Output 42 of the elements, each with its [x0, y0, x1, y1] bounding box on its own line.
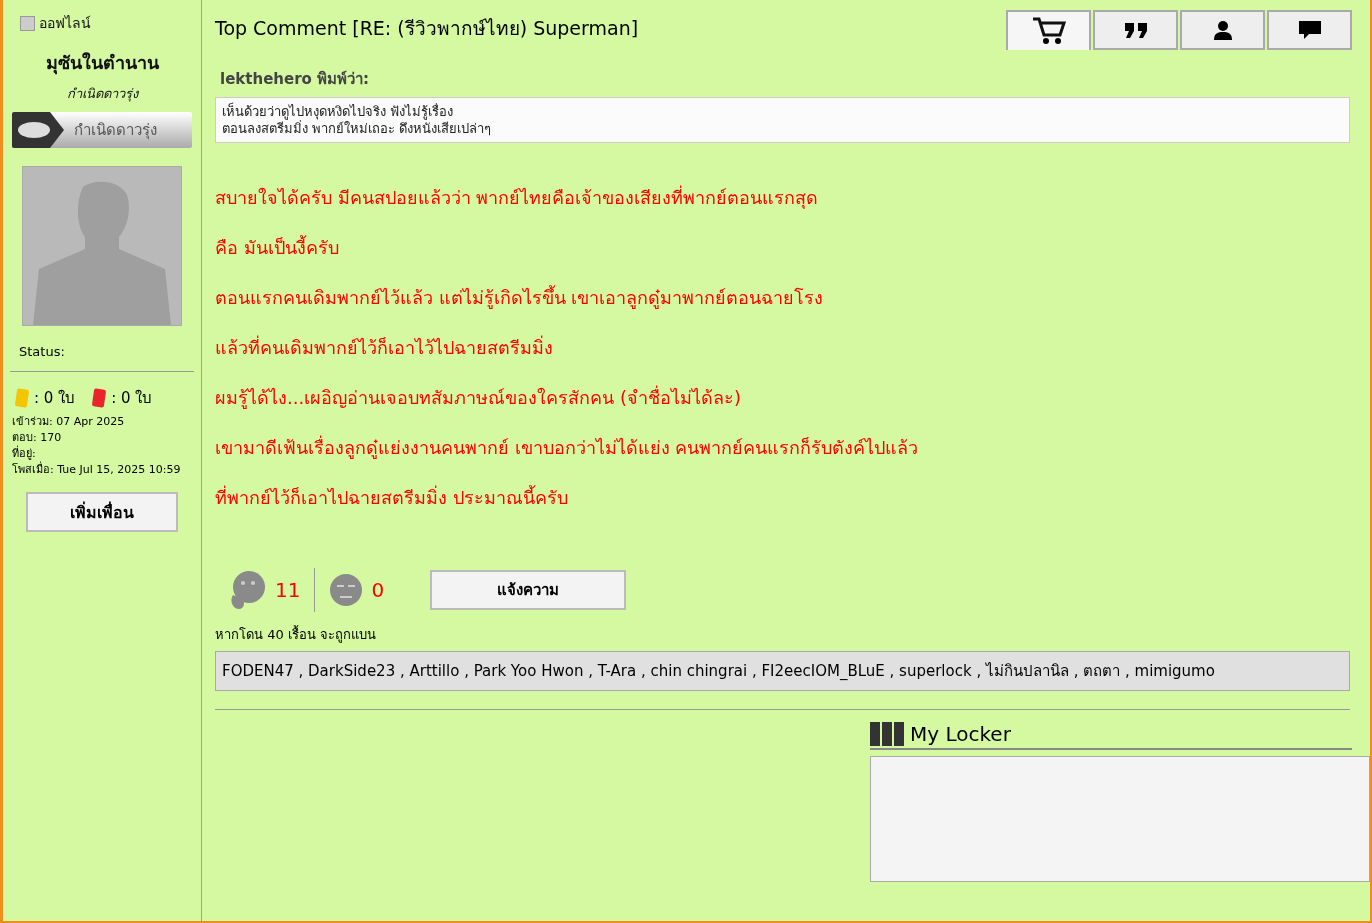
- ban-note: หากโดน 40 เรื้อน จะถูกแบน: [215, 624, 377, 645]
- comment-line: ตอนแรกคนเดิมพากย์ไว้แล้ว แต่ไม่รู้เกิดไรขึ้น เขาเอาลูกดู๋มาพากย์ตอนฉายโรง: [215, 285, 825, 310]
- member-detail: โพสเมื่อ: Tue Jul 15, 2025 10:59: [12, 462, 181, 478]
- comment-line: สบายใจได้ครับ มีคนสปอยแล้วว่า พากย์ไทยคือเจ้าของเสียงที่พากย์ตอนแรกสุด: [215, 185, 820, 210]
- username: มุซันในตำนาน: [45, 51, 159, 77]
- rank-title: กำเนิดดาวรุ่ง: [66, 85, 138, 104]
- voters-list: FODEN47 , DarkSide23 , Arttillo , Park Yoo Hwon , T-Ara , chin chingrai , FI2eecIOM_BLuE , superlock , ไม่กินปลานิล , ตถตา , mimigumo: [215, 651, 1350, 691]
- locker-icon: [870, 722, 904, 746]
- member-detail: เข้าร่วม: 07 Apr 2025: [12, 414, 125, 430]
- report-button[interactable]: แจ้งความ: [430, 570, 627, 610]
- status-text: Status:: [19, 344, 65, 359]
- add-friend-button[interactable]: เพิ่มเพื่อน: [26, 492, 178, 532]
- locker-title: My Locker: [910, 722, 1011, 746]
- quote-author: lekthehero พิมพ์ว่า:: [220, 69, 371, 90]
- comment-line: เขามาดีเฟ้นเรื่องลูกดู๋แย่งงานคนพากย์ เขาบอกว่าไม่ได้แย่ง คนพากย์คนแรกก็รับตังค์ไปแล้ว: [215, 435, 920, 460]
- post-title: Top Comment [RE: (รีวิวพากษ์ไทย) Superman]: [215, 16, 639, 41]
- rank-badge-label: กำเนิดดาวรุ่ง: [74, 120, 157, 142]
- quote-box: เห็นด้วยว่าดูไปหงุดหงิดไปจริง ฟังไม่รู้เรื่อง ตอนลงสตรีมมิ่ง พากย์ใหม่เถอะ ดึงหนังเสียเปล่าๆ: [215, 97, 1350, 143]
- comment-line: คือ มันเป็นงี้ครับ: [215, 235, 340, 260]
- card-icon: [91, 388, 107, 408]
- quote-icon: [1122, 21, 1149, 39]
- comment-line: แล้วที่คนเดิมพากย์ไว้ก็เอาไว้ไปฉายสตรีมมิ่ง: [215, 335, 554, 360]
- like-count: 11: [275, 578, 301, 602]
- dislike-count: 0: [371, 578, 385, 602]
- chat-icon: [1297, 20, 1322, 40]
- comment-line: ผมรู้ได้ไง...เผอิญอ่านเจอบทสัมภาษณ์ของใครสักคน (จำชื่อไม่ได้ละ): [215, 385, 742, 410]
- tab[interactable]: [1267, 10, 1352, 50]
- sad-face-icon[interactable]: [329, 573, 364, 607]
- card-count: : 0 ใบ: [34, 388, 76, 409]
- tab[interactable]: [1180, 10, 1265, 50]
- card-icon: [14, 388, 30, 408]
- tab[interactable]: [1093, 10, 1178, 50]
- tab[interactable]: [1006, 10, 1091, 50]
- user-icon: [1212, 20, 1233, 40]
- status-label: ออฟไลน์: [39, 14, 91, 33]
- tongue-face-icon[interactable]: [229, 569, 267, 611]
- sandal-icon: [12, 112, 64, 148]
- cart-icon: [1031, 17, 1066, 45]
- comment-line: ที่พากย์ไว้ก็เอาไปฉายสตรีมมิ่ง ประมาณนี้ครับ: [215, 485, 569, 510]
- member-detail: ตอบ: 170: [12, 430, 62, 445]
- card-count: : 0 ใบ: [111, 388, 153, 409]
- member-detail: ที่อยู่:: [12, 446, 36, 461]
